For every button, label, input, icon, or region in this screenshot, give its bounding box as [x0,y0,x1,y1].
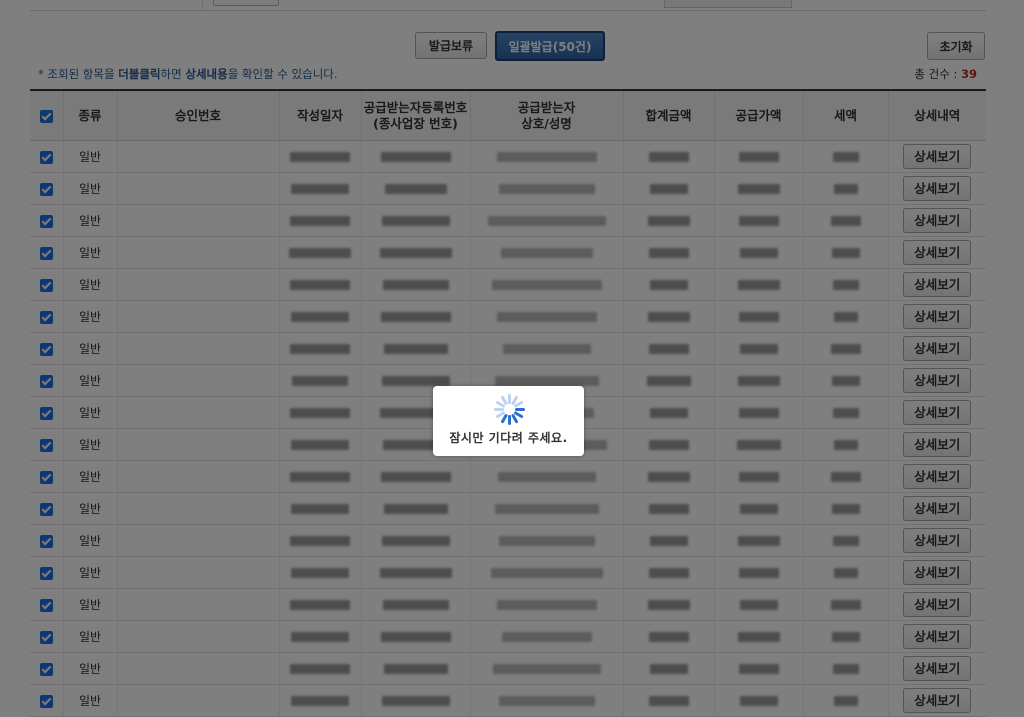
loading-spinner-icon [494,394,525,425]
loading-message: 잠시만 기다려 주세요. [449,431,568,445]
loading-overlay [0,0,1024,717]
loading-dialog: 잠시만 기다려 주세요. [433,386,584,456]
